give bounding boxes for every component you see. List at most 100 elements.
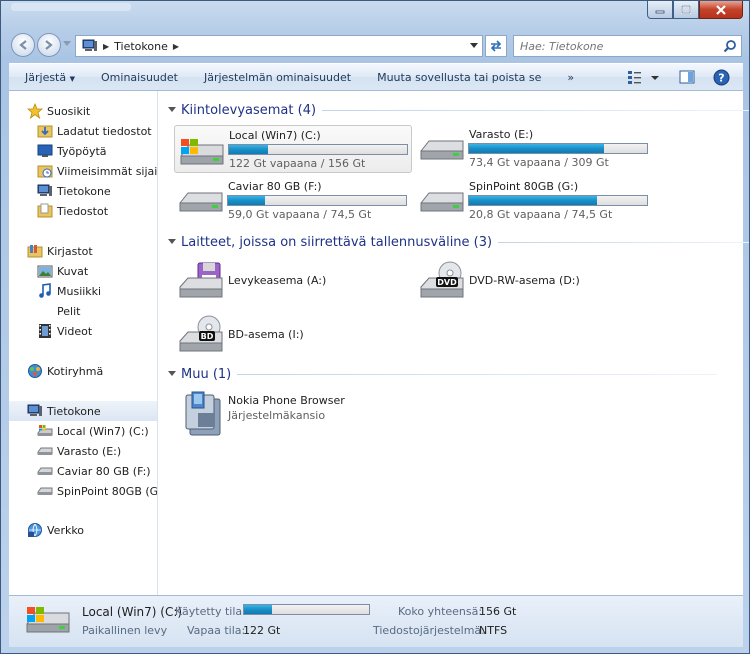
- search-input[interactable]: [514, 36, 714, 56]
- drive-free-space: 73,4 Gt vapaana / 309 Gt: [469, 156, 609, 169]
- drive-icon: [37, 483, 53, 499]
- view-options-icon[interactable]: [627, 69, 661, 85]
- refresh-button[interactable]: [485, 35, 507, 57]
- sidebar-item-recent-places[interactable]: Viimeisimmät sijainnit: [9, 161, 158, 181]
- device-item-dvd[interactable]: DVD DVD-RW-asema (D:): [415, 259, 653, 303]
- sidebar-item-documents[interactable]: Tiedostot: [9, 201, 157, 221]
- navigation-row: ▶ Tietokone ▶: [1, 31, 749, 59]
- sidebar-item-videos[interactable]: Videot: [9, 321, 157, 341]
- organize-button[interactable]: Järjestä ▼: [9, 71, 88, 84]
- details-type: Paikallinen levy: [82, 624, 168, 637]
- drive-icon: [179, 192, 223, 212]
- sidebar-item-drive-f[interactable]: Caviar 80 GB (F:): [9, 461, 157, 481]
- details-pane: Local (Win7) (C:) Paikallinen levy Käyte…: [9, 595, 743, 647]
- address-bar[interactable]: ▶ Tietokone ▶: [75, 35, 483, 57]
- system-folder-icon: [185, 391, 221, 436]
- drive-usage-bar: [468, 143, 648, 154]
- search-box: [513, 35, 742, 57]
- details-usage-bar: [243, 604, 370, 615]
- back-button[interactable]: [11, 33, 35, 57]
- collapse-chevron-icon: [168, 107, 176, 112]
- sidebar-item-label: Tiedostot: [57, 204, 109, 218]
- dvd-drive-icon: DVD: [420, 261, 464, 298]
- details-total-label: Koko yhteensä:: [398, 605, 483, 618]
- drive-item-g[interactable]: SpinPoint 80GB (G:) 20,8 Gt vapaana / 74…: [415, 177, 653, 225]
- breadcrumb-separator-icon[interactable]: ▶: [103, 42, 109, 51]
- details-free-value: 122 Gt: [243, 624, 281, 637]
- preview-pane-icon[interactable]: [679, 69, 695, 85]
- minimize-button[interactable]: [647, 1, 673, 19]
- maximize-icon: [681, 5, 691, 14]
- uninstall-program-button[interactable]: Muuta sovellusta tai poista se: [364, 71, 554, 84]
- breadcrumb-separator-icon[interactable]: ▶: [173, 42, 179, 51]
- sidebar-item-drive-c[interactable]: Local (Win7) (C:): [9, 421, 157, 441]
- sidebar-item-label: Tietokone: [47, 404, 101, 418]
- chevron-down-icon: ▼: [69, 74, 76, 83]
- sidebar-item-desktop[interactable]: Työpöytä: [9, 141, 157, 161]
- title-bar: [1, 1, 749, 29]
- drive-item-c[interactable]: Local (Win7) (C:) 122 Gt vapaana / 156 G…: [174, 125, 412, 173]
- group-header-other[interactable]: Muu (1): [168, 364, 718, 384]
- device-item-floppy[interactable]: Levykeasema (A:): [174, 259, 412, 303]
- organize-label: Järjestä: [25, 70, 67, 84]
- sidebar-item-pictures[interactable]: Kuvat: [9, 261, 157, 281]
- drive-icon: [37, 463, 53, 479]
- refresh-icon: [490, 40, 502, 52]
- chevron-down-icon[interactable]: [470, 43, 478, 49]
- sidebar-item-label: Tietokone: [57, 184, 111, 198]
- drive-name: Varasto (E:): [469, 128, 534, 141]
- other-item-nokia[interactable]: Nokia Phone Browser Järjestelmäkansio: [174, 389, 412, 436]
- maximize-button[interactable]: [673, 1, 699, 19]
- drive-free-space: 20,8 Gt vapaana / 74,5 Gt: [469, 208, 613, 221]
- group-divider: [498, 241, 749, 243]
- drive-item-e[interactable]: Varasto (E:) 73,4 Gt vapaana / 309 Gt: [415, 125, 653, 173]
- drive-icon: [37, 443, 53, 459]
- command-bar: Järjestä ▼ Ominaisuudet Järjestelmän omi…: [9, 63, 743, 91]
- properties-button[interactable]: Ominaisuudet: [88, 71, 191, 84]
- system-properties-button[interactable]: Järjestelmän ominaisuudet: [191, 71, 364, 84]
- homegroup-icon: [27, 363, 43, 379]
- drive-name: Local (Win7) (C:): [229, 129, 321, 142]
- group-title: Laitteet, joissa on siirrettävä tallennu…: [181, 234, 493, 250]
- forward-button[interactable]: [37, 33, 61, 57]
- sidebar-item-downloads[interactable]: Ladatut tiedostot: [9, 121, 157, 141]
- sidebar-item-label: Työpöytä: [57, 144, 107, 158]
- libraries-icon: [27, 243, 43, 259]
- sidebar-item-homegroup[interactable]: Kotiryhmä: [9, 361, 157, 381]
- item-name: Nokia Phone Browser: [228, 394, 345, 407]
- sidebar-item-label: Varasto (E:): [57, 444, 122, 458]
- help-icon[interactable]: ?: [713, 69, 730, 86]
- details-name: Local (Win7) (C:): [82, 605, 183, 619]
- sidebar-item-computer[interactable]: Tietokone: [9, 401, 157, 421]
- group-header-removable[interactable]: Laitteet, joissa on siirrettävä tallennu…: [168, 232, 749, 252]
- recent-pages-chevron-icon[interactable]: [63, 41, 71, 47]
- sidebar-item-drive-e[interactable]: Varasto (E:): [9, 441, 157, 461]
- details-fs-label: Tiedostojärjestelmä:: [373, 624, 485, 637]
- search-icon[interactable]: [723, 39, 737, 53]
- details-used-label: Käytetty tila:: [175, 605, 246, 618]
- drive-usage-bar: [468, 195, 648, 206]
- sidebar-item-libraries[interactable]: Kirjastot: [9, 241, 157, 261]
- close-icon: [716, 4, 726, 15]
- breadcrumb-item[interactable]: Tietokone: [114, 40, 168, 53]
- drive-item-f[interactable]: Caviar 80 GB (F:) 59,0 Gt vapaana / 74,5…: [174, 177, 412, 225]
- device-item-bd[interactable]: BD BD-asema (I:): [174, 313, 412, 357]
- close-button[interactable]: [699, 1, 743, 19]
- group-title: Kiintolevyasemat (4): [181, 102, 317, 118]
- documents-folder-icon: [37, 203, 53, 219]
- sidebar-item-favorites[interactable]: Suosikit: [9, 101, 157, 121]
- sidebar-item-network[interactable]: Verkko: [9, 520, 157, 540]
- group-divider: [322, 109, 749, 111]
- sidebar-item-label: Viimeisimmät sijainnit: [57, 164, 158, 178]
- breadcrumb: ▶ Tietokone ▶: [76, 39, 179, 53]
- sidebar-item-drive-g[interactable]: SpinPoint 80GB (G:): [9, 481, 158, 501]
- sidebar-item-music[interactable]: Musiikki: [9, 281, 157, 301]
- sidebar-item-label: SpinPoint 80GB (G:): [57, 484, 158, 498]
- group-header-hdd[interactable]: Kiintolevyasemat (4): [168, 100, 749, 120]
- sidebar-item-games[interactable]: Pelit: [9, 301, 157, 321]
- forward-arrow-icon: [45, 40, 53, 50]
- more-commands-button[interactable]: »: [554, 71, 587, 84]
- drive-free-space: 122 Gt vapaana / 156 Gt: [229, 157, 366, 170]
- sidebar-item-computer-favorite[interactable]: Tietokone: [9, 181, 157, 201]
- drive-usage-fill: [228, 196, 266, 205]
